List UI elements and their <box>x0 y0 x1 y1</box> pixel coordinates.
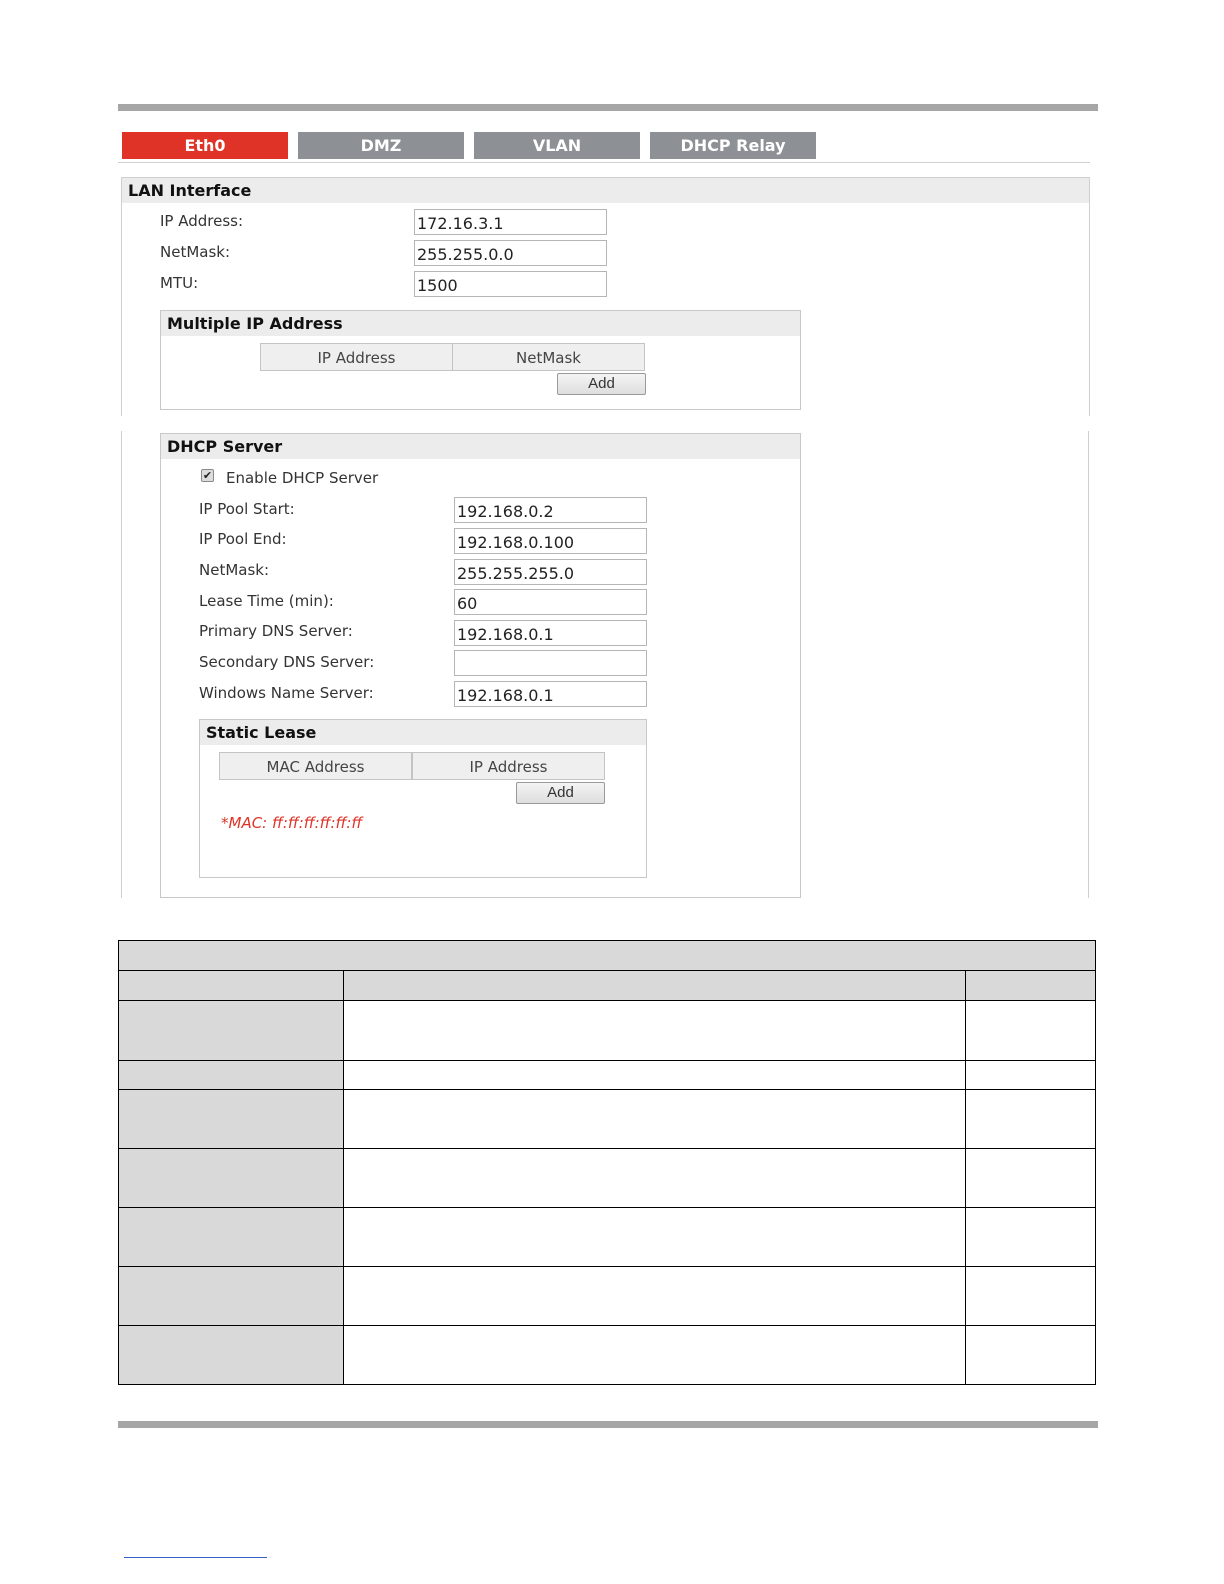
table-header-cell <box>965 970 1096 1001</box>
mtu-input[interactable] <box>414 271 607 297</box>
ip-pool-end-input[interactable] <box>454 528 647 554</box>
mtu-label: MTU: <box>160 274 199 292</box>
multi-ip-col-netmask: NetMask <box>452 343 645 371</box>
multi-ip-add-button[interactable]: Add <box>557 373 646 395</box>
container-right-border <box>1088 431 1089 898</box>
dhcp-netmask-label: NetMask: <box>199 561 270 579</box>
ip-pool-start-label: IP Pool Start: <box>199 500 295 518</box>
parameter-table <box>118 940 1096 1385</box>
multi-ip-col-ip-address: IP Address <box>260 343 453 371</box>
static-lease-col-ip: IP Address <box>412 752 605 780</box>
static-lease-title: Static Lease <box>200 720 646 745</box>
ip-pool-start-input[interactable] <box>454 497 647 523</box>
enable-dhcp-checkbox[interactable]: ✔ <box>201 469 214 482</box>
table-row <box>118 1207 1096 1267</box>
ip-address-label: IP Address: <box>160 212 244 230</box>
table-row <box>118 1000 1096 1061</box>
netmask-input[interactable] <box>414 240 607 266</box>
static-lease-col-mac: MAC Address <box>219 752 412 780</box>
windows-name-server-label: Windows Name Server: <box>199 684 374 702</box>
netmask-label: NetMask: <box>160 243 231 261</box>
tab-eth0[interactable]: Eth0 <box>122 132 288 159</box>
table-row <box>118 1089 1096 1149</box>
table-header-cell <box>118 970 344 1001</box>
lan-interface-title: LAN Interface <box>122 178 1089 203</box>
secondary-dns-input[interactable] <box>454 650 647 676</box>
tab-underline <box>118 162 1090 163</box>
table-row <box>118 1325 1096 1385</box>
enable-dhcp-label: Enable DHCP Server <box>226 469 379 487</box>
dhcp-server-title: DHCP Server <box>161 434 800 459</box>
ip-pool-end-label: IP Pool End: <box>199 530 287 548</box>
lease-time-input[interactable] <box>454 589 647 615</box>
table-header-cell <box>343 970 966 1001</box>
static-lease-add-button[interactable]: Add <box>516 782 605 804</box>
mac-format-hint: *MAC: ff:ff:ff:ff:ff:ff <box>221 814 363 832</box>
tab-dhcp-relay[interactable]: DHCP Relay <box>650 132 816 159</box>
windows-name-server-input[interactable] <box>454 681 647 707</box>
table-row <box>118 1148 1096 1208</box>
tab-dmz[interactable]: DMZ <box>298 132 464 159</box>
multiple-ip-title: Multiple IP Address <box>161 311 800 336</box>
secondary-dns-label: Secondary DNS Server: <box>199 653 375 671</box>
lease-time-label: Lease Time (min): <box>199 592 334 610</box>
bottom-rule <box>118 1421 1098 1428</box>
table-row <box>118 1060 1096 1090</box>
footer-link-underline[interactable] <box>124 1557 267 1558</box>
container-left-border <box>121 431 122 898</box>
dhcp-netmask-input[interactable] <box>454 559 647 585</box>
tab-vlan[interactable]: VLAN <box>474 132 640 159</box>
primary-dns-label: Primary DNS Server: <box>199 622 353 640</box>
table-row <box>118 1266 1096 1326</box>
primary-dns-input[interactable] <box>454 620 647 646</box>
top-rule <box>118 104 1098 111</box>
ip-address-input[interactable] <box>414 209 607 235</box>
table-title-row <box>118 940 1096 971</box>
